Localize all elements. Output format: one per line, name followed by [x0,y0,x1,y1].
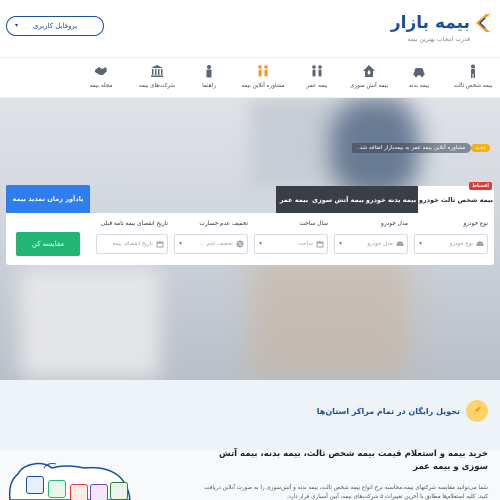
nav-label: شرکت‌های بیمه [138,83,176,89]
prev-policy-expiry-input[interactable]: تاریخ انقضای بیمه [96,234,168,254]
build-year-field: سال ساخت ساخت ▾ [254,221,328,254]
section-heading: خرید بیمه و استعلام قیمت بیمه شخص ثالث، … [218,449,488,472]
percent-icon: % [236,240,244,248]
nav-label: بیمه آتش سوزی [350,83,388,89]
hero-background-image [20,268,160,378]
tab-fire[interactable]: بیمه آتش سوزی [312,186,364,213]
nav-item-consult[interactable]: مشاوره آنلاین بیمه [240,62,286,96]
house-fire-icon [363,65,375,77]
nav-item-companies[interactable]: شرکت‌های بیمه [134,62,180,96]
hero-background-image [250,258,410,378]
build-year-select[interactable]: ساخت ▾ [254,234,328,254]
tab-life[interactable]: بیمه عمر [276,186,312,213]
car-type-placeholder: نوع خودرو [449,241,473,247]
nav-label: راهنما [202,83,216,89]
insurer-logo [70,484,88,500]
logo-chevron-icon [476,14,490,32]
free-delivery-text: تحویل رایگان در تمام مراکز استان‌ها [316,406,460,416]
chevron-down-icon: ▾ [15,22,19,29]
nav-item-life[interactable]: بیمه عمر [294,62,340,96]
tab-label: بیمه آتش سوزی [312,195,364,204]
quote-form: نوع خودرو نوع خودرو ▾ مدل خودرو مدل خودر… [6,213,494,265]
free-delivery-banner: تحویل رایگان در تمام مراکز استان‌ها [317,400,488,422]
field-label: نوع خودرو [463,221,488,227]
field-label: تاریخ انقضای بیمه نامه قبلی [100,221,168,227]
nav-item-magazine[interactable]: مجله بیمه [78,62,124,96]
insurer-logo [26,476,44,494]
car-model-field: مدل خودرو مدل خودرو ▾ [334,221,408,254]
nav-label: مشاوره آنلاین بیمه [241,83,285,89]
chevron-down-icon: ▾ [339,240,343,247]
nav-label: بیمه بدنه [408,83,430,89]
car-model-select[interactable]: مدل خودرو ▾ [334,234,408,254]
car-icon [476,241,484,246]
consultants-icon [258,65,268,77]
car-type-field: نوع خودرو نوع خودرو ▾ [414,221,488,254]
nav-label: مجله بیمه [89,83,113,89]
car-icon [413,68,425,78]
rocket-icon [466,400,488,422]
tab-third-party[interactable]: بیمه شخص ثالث خودرو اقساط [418,182,494,213]
svg-text:%: % [238,242,243,248]
section-paragraph: شما می‌توانید مقایسه شرکتهای بیمه،محاسبه… [204,485,488,500]
nav-item-body[interactable]: بیمه بدنه [396,62,442,96]
chevron-down-icon: ▾ [259,240,263,247]
site-logo[interactable]: بیمه بازار قدرت انتخاب بهترین بیمه [390,10,492,50]
announcement-tag: جدید [471,144,490,152]
nav-label: بیمه شخص ثالث [453,83,493,89]
tab-label: بیمه عمر [279,195,309,204]
field-label: تخفیف عدم خسارت [199,221,248,227]
person-icon [471,64,475,78]
profile-button-label: پروفایل کاربری [32,22,78,30]
logo-subtitle: قدرت انتخاب بهترین بیمه [407,36,470,43]
renewal-reminder-button[interactable]: یادآور زمان تمدید بیمه [6,185,90,213]
nav-item-third-party[interactable]: بیمه شخص ثالث [450,62,496,96]
no-claim-discount-select[interactable]: % تخفیف عدم ... ▾ [174,234,248,254]
nav-label: بیمه عمر [306,83,328,89]
tab-label: بیمه بدنه خودرو [365,195,417,204]
insurer-logo [90,484,108,500]
field-label: مدل خودرو [381,221,408,227]
no-claim-discount-placeholder: تخفیف عدم ... [199,241,233,247]
logo-title: بیمه بازار [390,13,470,33]
chevron-down-icon: ▾ [419,240,423,247]
site-header: بیمه بازار قدرت انتخاب بهترین بیمه پروفا… [0,0,500,58]
calendar-icon [316,241,324,248]
nav-item-guide[interactable]: راهنما [186,62,232,96]
insurer-logo [48,480,66,498]
prev-policy-expiry-field: تاریخ انقضای بیمه نامه قبلی تاریخ انقضای… [96,221,168,254]
nav-item-fire[interactable]: بیمه آتش سوزی [346,62,392,96]
guide-icon [206,65,212,78]
car-model-placeholder: مدل خودرو [367,241,393,247]
info-section: تحویل رایگان در تمام مراکز استان‌ها خرید… [0,380,500,500]
family-icon [312,65,322,77]
compare-button[interactable]: مقایسه کن [16,232,80,256]
handshake-icon [95,67,107,75]
calendar-icon [156,241,164,248]
build-year-placeholder: ساخت [297,241,313,247]
car-icon [396,241,404,246]
installment-badge: اقساط [468,182,492,190]
chevron-down-icon: ▾ [179,240,183,247]
announcement-text: مشاوره آنلاین بیمه عمر به بیمه‌بازار اضا… [351,143,472,153]
field-label: سال ساخت [299,221,328,227]
bank-icon [151,65,163,77]
no-claim-discount-field: تخفیف عدم خسارت % تخفیف عدم ... ▾ [174,221,248,254]
tab-label: بیمه شخص ثالث خودرو [418,195,494,204]
announcement-bar[interactable]: جدید مشاوره آنلاین بیمه عمر به بیمه‌بازا… [351,142,490,154]
insurer-logo [110,482,128,500]
prev-policy-expiry-placeholder: تاریخ انقضای بیمه [112,241,153,247]
user-profile-button[interactable]: پروفایل کاربری ▾ [6,16,104,36]
tab-body[interactable]: بیمه بدنه خودرو [364,186,418,213]
car-type-select[interactable]: نوع خودرو ▾ [414,234,488,254]
main-nav: بیمه شخص ثالث بیمه بدنه بیمه آتش سوزی بی… [0,58,500,98]
